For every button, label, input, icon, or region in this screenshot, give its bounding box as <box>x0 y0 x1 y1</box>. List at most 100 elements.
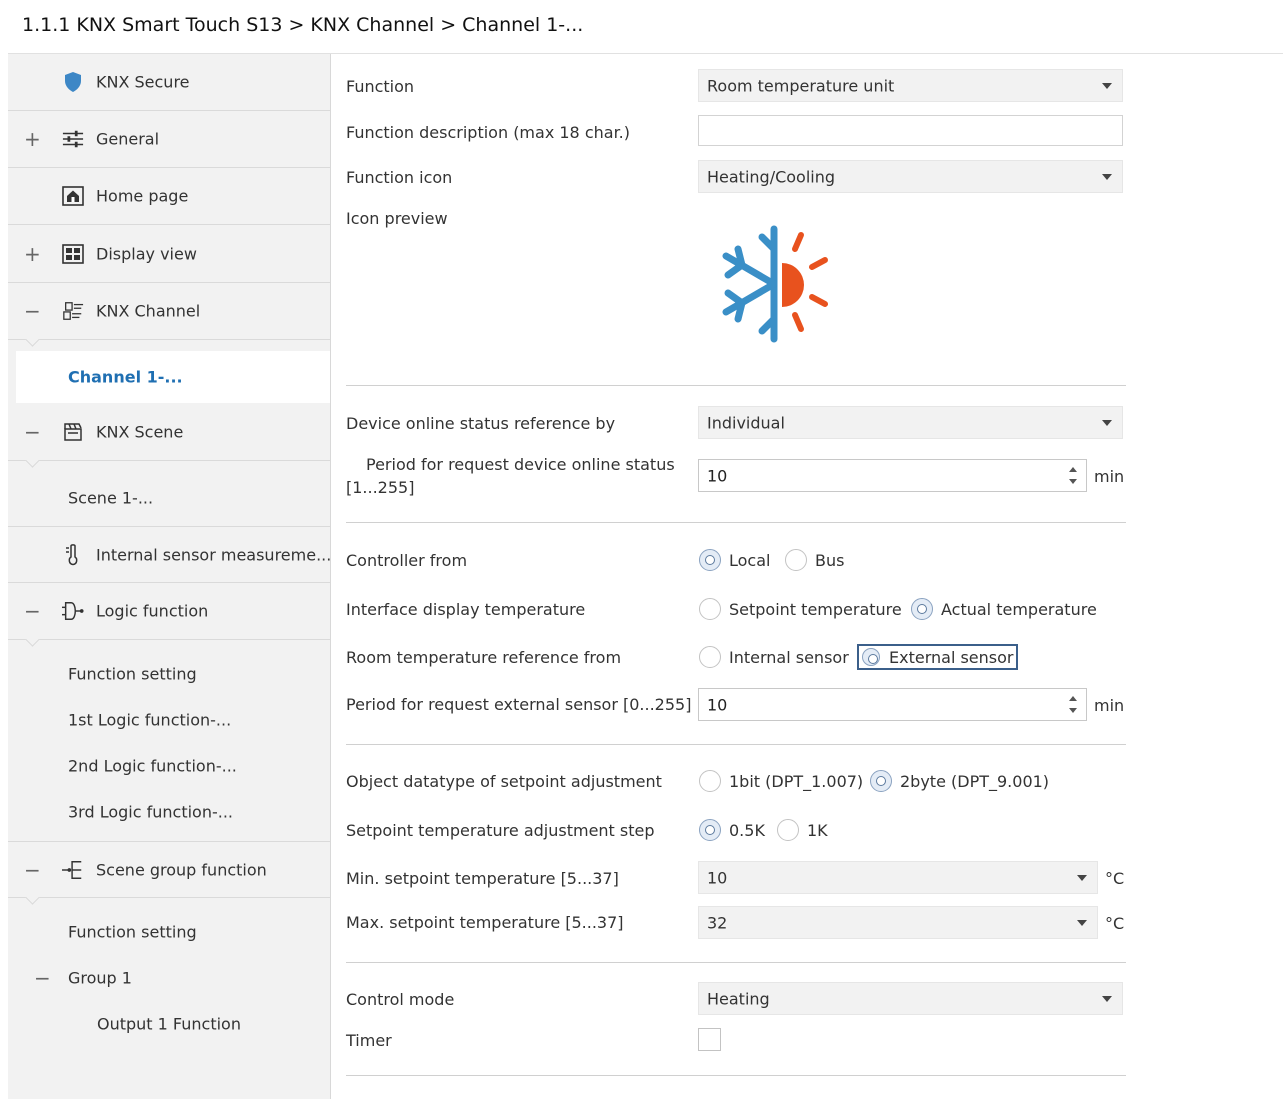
max-setpoint-dropdown[interactable]: 32 <box>698 906 1098 939</box>
controller-local-radio[interactable]: Local <box>699 549 770 571</box>
logic-gate-icon <box>62 600 84 622</box>
datatype-label: Object datatype of setpoint adjustment <box>346 772 662 791</box>
sidebar-item-label: Display view <box>96 244 197 264</box>
room-external-radio[interactable]: External sensor <box>857 644 1018 670</box>
sidebar-item-label: KNX Secure <box>96 72 190 92</box>
expand-notch <box>24 460 42 469</box>
sidebar-item-home-page[interactable]: Home page <box>8 168 330 225</box>
step-label: Setpoint temperature adjustment step <box>346 821 655 840</box>
max-setpoint-value: 32 <box>707 913 728 932</box>
interface-setpoint-radio[interactable]: Setpoint temperature <box>699 598 902 620</box>
tree-icon <box>62 859 84 881</box>
spin-down-icon[interactable] <box>1069 479 1077 484</box>
radio-label: 1bit (DPT_1.007) <box>729 771 864 791</box>
collapse-icon[interactable]: − <box>34 966 51 990</box>
sidebar-item-logic-function[interactable]: − Logic function <box>8 583 330 640</box>
interface-actual-radio[interactable]: Actual temperature <box>911 598 1097 620</box>
timer-checkbox[interactable] <box>698 1028 721 1051</box>
sidebar-item-logic-function-setting[interactable]: Function setting <box>8 651 330 697</box>
sidebar-item-label: Function setting <box>68 922 197 942</box>
collapse-icon[interactable]: − <box>24 601 41 621</box>
control-mode-dropdown[interactable]: Heating <box>698 982 1123 1015</box>
icon-preview-label: Icon preview <box>346 209 448 228</box>
control-mode-label: Control mode <box>346 990 455 1009</box>
section-divider <box>346 744 1126 745</box>
controller-bus-radio[interactable]: Bus <box>785 549 844 571</box>
sidebar-item-output-1[interactable]: Output 1 Function <box>8 1001 330 1047</box>
sidebar: KNX Secure + General Home page + Display… <box>8 54 331 1099</box>
sidebar-item-internal-sensor[interactable]: Internal sensor measureme... <box>8 526 330 583</box>
online-status-label: Device online status reference by <box>346 414 616 433</box>
sidebar-item-label: 2nd Logic function-... <box>68 756 237 776</box>
room-internal-radio[interactable]: Internal sensor <box>699 646 849 668</box>
sidebar-item-label: KNX Channel <box>96 301 201 321</box>
sidebar-item-label: General <box>96 129 160 149</box>
sidebar-item-knx-channel[interactable]: − KNX Channel <box>8 283 330 340</box>
spin-up-icon[interactable] <box>1069 467 1077 472</box>
spin-up-icon[interactable] <box>1069 696 1077 701</box>
radio-unselected-icon <box>699 598 721 620</box>
period-online-label-line2: [1...255] <box>346 478 415 497</box>
sidebar-item-logic-1[interactable]: 1st Logic function-... <box>8 697 330 743</box>
sidebar-item-logic-2[interactable]: 2nd Logic function-... <box>8 743 330 789</box>
sidebar-item-knx-secure[interactable]: KNX Secure <box>8 54 330 111</box>
period-online-stepper[interactable]: 10 <box>698 459 1087 492</box>
sidebar-item-group-1[interactable]: − Group 1 <box>8 955 330 1001</box>
sidebar-item-display-view[interactable]: + Display view <box>8 226 330 283</box>
step-05-radio[interactable]: 0.5K <box>699 819 765 841</box>
period-external-unit: min <box>1094 696 1125 715</box>
online-status-dropdown[interactable]: Individual <box>698 406 1123 439</box>
min-setpoint-unit: °C <box>1105 869 1125 888</box>
radio-label: Internal sensor <box>729 647 849 667</box>
expand-notch <box>24 897 42 906</box>
expand-notch <box>24 339 42 348</box>
radio-label: 0.5K <box>729 820 765 840</box>
chevron-down-icon <box>1102 996 1112 1002</box>
min-setpoint-dropdown[interactable]: 10 <box>698 861 1098 894</box>
chevron-down-icon <box>1102 420 1112 426</box>
chevron-down-icon <box>1077 920 1087 926</box>
radio-selected-icon <box>862 648 880 666</box>
radio-unselected-icon <box>777 819 799 841</box>
breadcrumb: 1.1.1 KNX Smart Touch S13 > KNX Channel … <box>22 14 584 36</box>
sidebar-item-label: KNX Scene <box>96 422 184 442</box>
radio-label: Actual temperature <box>941 599 1097 619</box>
period-online-label-line1: Period for request device online status <box>366 455 675 474</box>
sliders-icon <box>62 128 84 150</box>
sidebar-item-label: Home page <box>96 186 189 206</box>
function-icon-value: Heating/Cooling <box>707 167 836 186</box>
period-external-stepper[interactable]: 10 <box>698 688 1087 721</box>
sidebar-item-scene-group-function[interactable]: − Scene group function <box>8 841 330 898</box>
function-dropdown[interactable]: Room temperature unit <box>698 69 1123 102</box>
spin-down-icon[interactable] <box>1069 708 1077 713</box>
datatype-2byte-radio[interactable]: 2byte (DPT_9.001) <box>870 770 1049 792</box>
collapse-icon[interactable]: − <box>24 422 41 442</box>
datatype-1bit-radio[interactable]: 1bit (DPT_1.007) <box>699 770 863 792</box>
sidebar-item-scene-1[interactable]: Scene 1-... <box>8 471 330 525</box>
display-grid-icon <box>62 243 84 265</box>
step-1-radio[interactable]: 1K <box>777 819 828 841</box>
online-status-value: Individual <box>707 413 785 432</box>
sidebar-item-logic-3[interactable]: 3rd Logic function-... <box>8 789 330 835</box>
max-setpoint-unit: °C <box>1105 914 1125 933</box>
sidebar-item-scene-group-function-setting[interactable]: Function setting <box>8 909 330 955</box>
expand-icon[interactable]: + <box>24 129 41 149</box>
radio-label: 2byte (DPT_9.001) <box>900 771 1050 791</box>
sidebar-item-general[interactable]: + General <box>8 111 330 168</box>
collapse-icon[interactable]: − <box>24 301 41 321</box>
function-icon-dropdown[interactable]: Heating/Cooling <box>698 160 1123 193</box>
collapse-icon[interactable]: − <box>24 860 41 880</box>
expand-icon[interactable]: + <box>24 244 41 264</box>
control-mode-value: Heating <box>707 989 770 1008</box>
sidebar-item-label: 1st Logic function-... <box>68 710 232 730</box>
radio-selected-icon <box>699 819 721 841</box>
radio-label: Setpoint temperature <box>729 599 902 619</box>
sidebar-item-knx-scene[interactable]: − KNX Scene <box>8 404 330 461</box>
interface-temp-label: Interface display temperature <box>346 600 586 619</box>
radio-selected-icon <box>870 770 892 792</box>
sidebar-item-channel-1[interactable]: Channel 1-... <box>16 351 330 403</box>
sidebar-item-label: 3rd Logic function-... <box>68 802 234 822</box>
sidebar-item-label: Scene 1-... <box>68 488 154 508</box>
radio-selected-icon <box>911 598 933 620</box>
function-description-input[interactable] <box>698 115 1123 146</box>
